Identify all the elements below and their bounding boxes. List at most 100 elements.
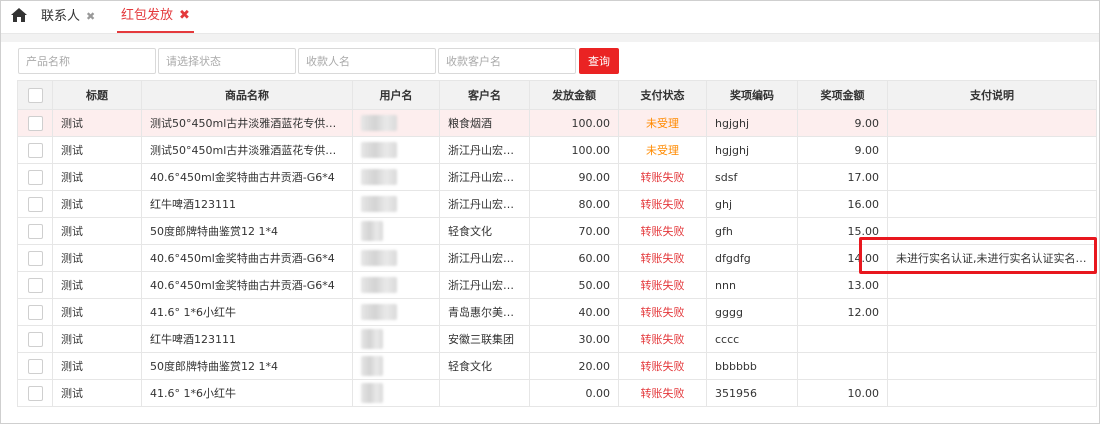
table-row[interactable]: 测试 测试50°450ml古井淡雅酒蓝花专供版... 浙江丹山宏阳... 100.00…	[17, 136, 1097, 164]
status-select[interactable]	[158, 48, 296, 74]
row-checkbox[interactable]	[27, 196, 43, 212]
table-row[interactable]: 测试 红牛啤酒123111 浙江丹山宏阳... 80.00 转账失败 ghj 16.00	[17, 190, 1097, 218]
row-checkbox[interactable]	[27, 223, 43, 239]
redacted-username	[361, 196, 397, 212]
cell-code: ghj	[706, 190, 798, 218]
redacted-username	[361, 221, 383, 241]
redacted-username	[361, 383, 383, 403]
cell-customer: 安徽三联集团	[439, 325, 530, 353]
cell-prize: 17.00	[797, 163, 888, 191]
row-checkbox[interactable]	[27, 115, 43, 131]
row-checkbox[interactable]	[27, 304, 43, 320]
cell-customer: 粮食烟酒	[439, 109, 530, 137]
cell-username	[352, 325, 440, 353]
tab-contacts-label: 联系人	[41, 9, 81, 24]
cell-prize: 14.00	[797, 244, 888, 272]
col-header-customer[interactable]: 客户名	[439, 80, 530, 110]
cell-title: 测试	[52, 136, 142, 164]
cell-code: 351956	[706, 379, 798, 407]
payee-name-input[interactable]	[298, 48, 436, 74]
home-icon[interactable]	[10, 7, 28, 23]
table-row[interactable]: 测试 红牛啤酒123111 安徽三联集团 30.00 转账失败 cccc	[17, 325, 1097, 353]
cell-extra	[1096, 190, 1097, 218]
table-row[interactable]: 测试 41.6° 1*6小红牛 0.00 转账失败 351956 10.00	[17, 379, 1097, 407]
cell-amount: 100.00	[529, 109, 619, 137]
cell-prize	[797, 325, 888, 353]
row-checkbox[interactable]	[27, 169, 43, 185]
row-checkbox[interactable]	[27, 385, 43, 401]
search-button[interactable]: 查询	[579, 48, 619, 74]
cell-amount: 50.00	[529, 271, 619, 299]
cell-product: 红牛啤酒123111	[141, 190, 353, 218]
cell-product: 40.6°450ml金奖特曲古井贡酒-G6*4	[141, 271, 353, 299]
cell-extra	[1096, 163, 1097, 191]
cell-note	[887, 325, 1097, 353]
cell-status: 转账失败	[618, 217, 707, 245]
toolbar-separator	[1, 34, 1099, 42]
cell-customer: 浙江丹山宏阳...	[439, 163, 530, 191]
col-header-title[interactable]: 标题	[52, 80, 142, 110]
tab-red-packet[interactable]: 红包发放 ✖	[117, 1, 194, 33]
table-header-row: 标题 商品名称 用户名 客户名 发放金额 支付状态 奖项编码 奖项金额 支付说明	[17, 80, 1097, 110]
col-header-status[interactable]: 支付状态	[618, 80, 707, 110]
cell-status: 转账失败	[618, 244, 707, 272]
row-checkbox[interactable]	[27, 250, 43, 266]
cell-customer: 轻食文化	[439, 352, 530, 380]
redacted-username	[361, 250, 397, 266]
tab-red-packet-label: 红包发放	[121, 8, 174, 23]
table-row[interactable]: 测试 40.6°450ml金奖特曲古井贡酒-G6*4 浙江丹山宏阳... 90.00 转…	[17, 163, 1097, 191]
col-header-note[interactable]: 支付说明	[887, 80, 1097, 110]
cell-product: 41.6° 1*6小红牛	[141, 379, 353, 407]
cell-status: 转账失败	[618, 325, 707, 353]
tab-contacts[interactable]: 联系人 ✖	[41, 1, 95, 33]
close-icon[interactable]: ✖	[179, 2, 190, 30]
col-header-prize[interactable]: 奖项金额	[797, 80, 888, 110]
cell-customer	[439, 379, 530, 407]
cell-prize: 10.00	[797, 379, 888, 407]
cell-username	[352, 190, 440, 218]
col-header-product[interactable]: 商品名称	[141, 80, 353, 110]
cell-title: 测试	[52, 325, 142, 353]
redacted-username	[361, 169, 397, 185]
product-name-input[interactable]	[18, 48, 156, 74]
cell-code: nnn	[706, 271, 798, 299]
cell-note	[887, 163, 1097, 191]
cell-code: sdsf	[706, 163, 798, 191]
table-row[interactable]: 测试 50度郎牌特曲鉴赏12 1*4 轻食文化 20.00 转账失败 bbbbbb	[17, 352, 1097, 380]
cell-status: 转账失败	[618, 379, 707, 407]
cell-amount: 100.00	[529, 136, 619, 164]
table-row[interactable]: 测试 测试50°450ml古井淡雅酒蓝花专供版... 粮食烟酒 100.00 未受理 hg…	[17, 109, 1097, 137]
cell-title: 测试	[52, 109, 142, 137]
cell-status: 未受理	[618, 136, 707, 164]
col-header-username[interactable]: 用户名	[352, 80, 440, 110]
cell-code: cccc	[706, 325, 798, 353]
row-checkbox[interactable]	[27, 277, 43, 293]
cell-prize: 13.00	[797, 271, 888, 299]
table-row[interactable]: 测试 40.6°450ml金奖特曲古井贡酒-G6*4 浙江丹山宏阳... 60.00 转…	[17, 244, 1097, 272]
table-row[interactable]: 测试 41.6° 1*6小红牛 青岛惠尔美商... 40.00 转账失败 gggg 12.0…	[17, 298, 1097, 326]
select-all-checkbox[interactable]	[27, 87, 43, 103]
tab-bar: 联系人 ✖ 红包发放 ✖	[1, 1, 1099, 34]
cell-title: 测试	[52, 352, 142, 380]
cell-status: 转账失败	[618, 298, 707, 326]
col-header-code[interactable]: 奖项编码	[706, 80, 798, 110]
cell-extra	[1096, 136, 1097, 164]
table-row[interactable]: 测试 50度郎牌特曲鉴赏12 1*4 轻食文化 70.00 转账失败 gfh 15.00	[17, 217, 1097, 245]
row-checkbox[interactable]	[27, 142, 43, 158]
cell-title: 测试	[52, 217, 142, 245]
cell-customer: 青岛惠尔美商...	[439, 298, 530, 326]
cell-product: 50度郎牌特曲鉴赏12 1*4	[141, 217, 353, 245]
row-checkbox[interactable]	[27, 358, 43, 374]
cell-username	[352, 109, 440, 137]
cell-username	[352, 379, 440, 407]
cell-product: 测试50°450ml古井淡雅酒蓝花专供版...	[141, 136, 353, 164]
table-row[interactable]: 测试 40.6°450ml金奖特曲古井贡酒-G6*4 浙江丹山宏阳... 50.00 转…	[17, 271, 1097, 299]
row-checkbox[interactable]	[27, 331, 43, 347]
col-header-amount[interactable]: 发放金额	[529, 80, 619, 110]
cell-prize: 9.00	[797, 109, 888, 137]
close-icon[interactable]: ✖	[86, 3, 95, 31]
cell-status: 转账失败	[618, 271, 707, 299]
cell-extra	[1096, 352, 1097, 380]
cell-product: 40.6°450ml金奖特曲古井贡酒-G6*4	[141, 163, 353, 191]
customer-name-input[interactable]	[438, 48, 576, 74]
